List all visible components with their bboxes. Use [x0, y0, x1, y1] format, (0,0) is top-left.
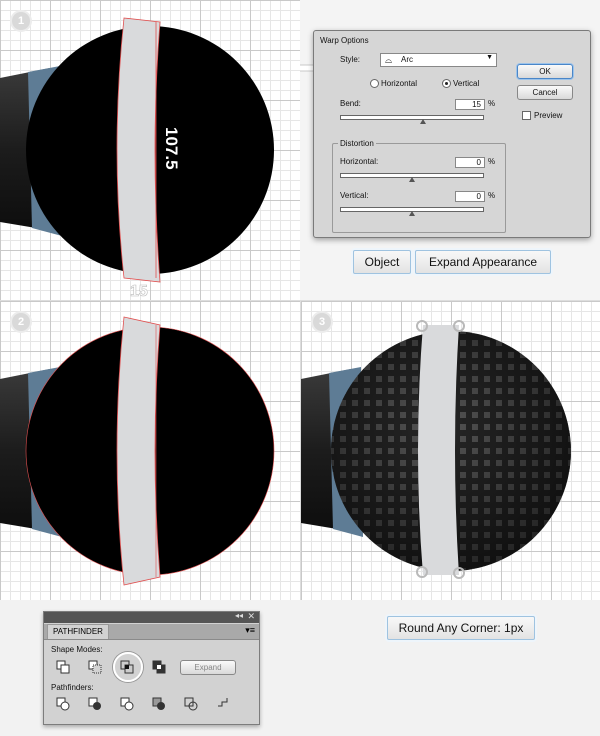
horizontal-radio[interactable] [370, 79, 379, 88]
bend-slider[interactable] [340, 115, 484, 120]
warped-band [116, 17, 161, 283]
pathfinder-tab[interactable]: PATHFINDER [47, 624, 109, 639]
divide-icon[interactable] [56, 697, 70, 711]
dialog-body: Style: ⌓ Arc ▼ Horizontal Vertical Bend:… [324, 53, 507, 233]
horizontal-radio-label: Horizontal [381, 79, 418, 88]
close-icon[interactable]: ✕ [247, 611, 255, 622]
crop-icon[interactable] [152, 697, 166, 711]
panel-menu-icon[interactable]: ▾≡ [245, 625, 255, 636]
unite-icon[interactable] [56, 660, 70, 674]
bend-label: Bend: [340, 99, 361, 108]
style-label: Style: [340, 55, 361, 64]
vertical-radio-label: Vertical [453, 79, 480, 88]
expand-appearance-callout[interactable]: Expand Appearance [415, 250, 551, 274]
warped-band [418, 325, 459, 575]
arc-icon: ⌓ [385, 55, 393, 65]
collapse-icon[interactable]: ◂◂ [235, 611, 243, 620]
mic-illustration-2 [0, 316, 275, 586]
panel-titlebar: ◂◂ ✕ [44, 611, 259, 623]
cancel-button[interactable]: Cancel [517, 85, 573, 100]
vertical-radio[interactable] [442, 79, 451, 88]
round-corner-callout: Round Any Corner: 1px [387, 616, 535, 640]
dialog-title: Warp Options [320, 36, 369, 45]
style-value: Arc [401, 55, 413, 64]
shape-modes-label: Shape Modes: [51, 645, 103, 654]
object-menu-callout[interactable]: Object [353, 250, 411, 274]
minus-back-icon[interactable] [216, 697, 230, 711]
intersect-icon[interactable] [120, 660, 134, 674]
pathfinder-panel: ◂◂ ✕ PATHFINDER ▾≡ Shape Modes: Expand P… [43, 611, 260, 725]
width-dimension: 15 [130, 283, 148, 300]
mic-illustration-1: 107.5 15 [0, 17, 274, 300]
preview-label: Preview [534, 111, 563, 120]
exclude-icon[interactable] [152, 660, 166, 674]
preview-checkbox[interactable] [522, 111, 531, 120]
bend-slider-thumb[interactable] [420, 119, 426, 124]
step-3-panel: 3 [300, 300, 600, 601]
warp-options-dialog: Warp Options Style: ⌓ Arc ▼ Horizontal V… [313, 30, 591, 238]
ok-button[interactable]: OK [517, 64, 573, 79]
chevron-down-icon: ▼ [486, 54, 493, 61]
outline-icon[interactable] [184, 697, 198, 711]
dist-horizontal-label: Horizontal: [340, 157, 379, 166]
merge-icon[interactable] [120, 697, 134, 711]
style-select[interactable]: ⌓ Arc ▼ [380, 53, 497, 67]
dist-horizontal-input[interactable]: 0 [455, 157, 485, 168]
dist-vertical-thumb[interactable] [409, 211, 415, 216]
minus-front-icon[interactable] [88, 660, 102, 674]
dist-vertical-percent: % [488, 191, 496, 200]
dist-vertical-label: Vertical: [340, 191, 369, 200]
warped-band [116, 316, 161, 586]
pathfinders-label: Pathfinders: [51, 683, 94, 692]
distortion-label: Distortion [338, 139, 376, 148]
expand-button[interactable]: Expand [180, 660, 236, 675]
step-1-panel: 1 107.5 15 [0, 0, 300, 300]
step-2-panel: 2 [0, 300, 300, 601]
dist-horizontal-thumb[interactable] [409, 177, 415, 182]
dist-horizontal-percent: % [488, 157, 496, 166]
trim-icon[interactable] [88, 697, 102, 711]
height-dimension: 107.5 [162, 127, 181, 170]
mic-illustration-3 [301, 320, 571, 579]
bend-percent: % [488, 99, 496, 108]
dist-vertical-input[interactable]: 0 [455, 191, 485, 202]
bend-input[interactable]: 15 [455, 99, 485, 110]
